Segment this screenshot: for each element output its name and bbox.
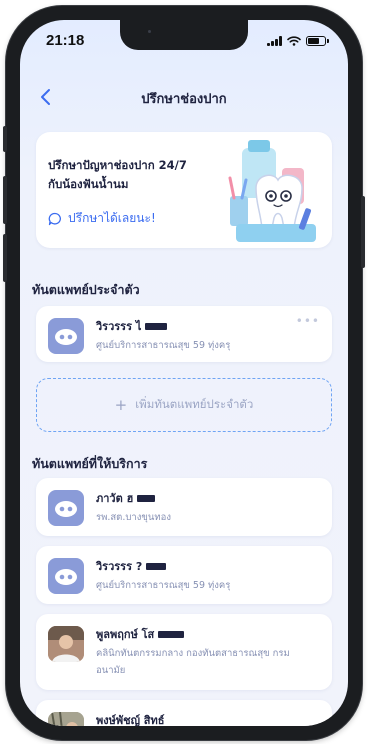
- more-options-icon[interactable]: •••: [296, 314, 320, 328]
- provider-dentist-card[interactable]: ภาวัต ฮ รพ.สต.บางขุนทอง: [36, 478, 332, 536]
- dentist-avatar: [48, 318, 84, 354]
- dentist-photo: [48, 712, 84, 726]
- redacted-surname: [137, 494, 156, 502]
- power-button: [361, 196, 365, 268]
- promo-line-1: ปรึกษาปัญหาช่องปาก 24/7: [48, 158, 187, 172]
- provider-dentist-card[interactable]: พูลพฤกษ์ โส คลินิกทันตกรรมกลาง กองทันตสา…: [36, 614, 332, 690]
- provider-dentist-card[interactable]: วิรวรรร ? ศูนย์บริการสาธารณสุข 59 ทุ่งคร…: [36, 546, 332, 604]
- redacted-surname: [145, 322, 168, 330]
- chat-bot-icon: [55, 569, 77, 585]
- consult-promo-card[interactable]: ปรึกษาปัญหาช่องปาก 24/7 กับน้องฟันน้ำนม …: [36, 132, 332, 248]
- tooth-mascot-illustration: [228, 140, 316, 242]
- dentist-name: พงษ์พัชญ์ สิทธ์: [96, 714, 165, 726]
- plus-icon: +: [114, 396, 128, 414]
- app-screen: 21:18 ปรึกษาช่องปาก ปรึกษาปัญหาช่องปาก 2…: [20, 20, 348, 726]
- redacted-surname: [146, 562, 167, 570]
- mute-switch: [3, 126, 7, 152]
- person-photo-icon: [48, 626, 84, 662]
- consult-now-link[interactable]: ปรึกษาได้เลยนะ!: [48, 209, 156, 228]
- chat-bot-icon: [55, 501, 77, 517]
- dentist-avatar: [48, 558, 84, 594]
- notch: [120, 20, 248, 50]
- promo-title: ปรึกษาปัญหาช่องปาก 24/7 กับน้องฟันน้ำนม: [48, 156, 218, 194]
- add-personal-dentist-button[interactable]: + เพิ่มทันตแพทย์ประจำตัว: [36, 378, 332, 432]
- signal-icon: [267, 36, 282, 46]
- wifi-icon: [287, 36, 301, 46]
- provider-dentist-card[interactable]: พงษ์พัชญ์ สิทธ์: [36, 700, 332, 726]
- dentist-photo: [48, 626, 84, 662]
- phone-frame: 21:18 ปรึกษาช่องปาก ปรึกษาปัญหาช่องปาก 2…: [3, 6, 365, 740]
- chat-bubble-icon: [48, 212, 61, 225]
- status-time: 21:18: [46, 32, 85, 49]
- dentist-name: วิรวรรร ไ: [96, 317, 168, 335]
- add-dentist-label: เพิ่มทันตแพทย์ประจำตัว: [135, 397, 254, 411]
- dentist-clinic: คลินิกทันตกรรมกลาง กองทันตสาธารณสุข กรมอ…: [96, 648, 290, 676]
- personal-dentist-heading: ทันตแพทย์ประจำตัว: [32, 282, 140, 297]
- dentist-name: ภาวัต ฮ: [96, 489, 156, 507]
- dentist-name: พูลพฤกษ์ โส: [96, 625, 185, 643]
- dentist-clinic: รพ.สต.บางขุนทอง: [96, 512, 171, 523]
- consult-now-label: ปรึกษาได้เลยนะ!: [68, 211, 156, 225]
- volume-up-button: [3, 176, 7, 224]
- system-icons: [267, 36, 329, 46]
- provider-dentists-heading: ทันตแพทย์ที่ให้บริการ: [32, 456, 148, 471]
- redacted-surname: [158, 630, 185, 638]
- dentist-clinic: ศูนย์บริการสาธารณสุข 59 ทุ่งครุ: [96, 580, 231, 591]
- dentist-name: วิรวรรร ?: [96, 557, 167, 575]
- person-photo-icon: [48, 712, 84, 726]
- chat-bot-icon: [55, 329, 77, 345]
- dentist-avatar: [48, 490, 84, 526]
- nav-bar: ปรึกษาช่องปาก: [20, 82, 348, 112]
- promo-line-2: กับน้องฟันน้ำนม: [48, 177, 129, 191]
- dentist-clinic: ศูนย์บริการสาธารณสุข 59 ทุ่งครุ: [96, 340, 231, 351]
- page-title: ปรึกษาช่องปาก: [141, 92, 227, 107]
- personal-dentist-card[interactable]: วิรวรรร ไ ศูนย์บริการสาธารณสุข 59 ทุ่งคร…: [36, 306, 332, 362]
- volume-down-button: [3, 234, 7, 282]
- battery-icon: [306, 36, 329, 46]
